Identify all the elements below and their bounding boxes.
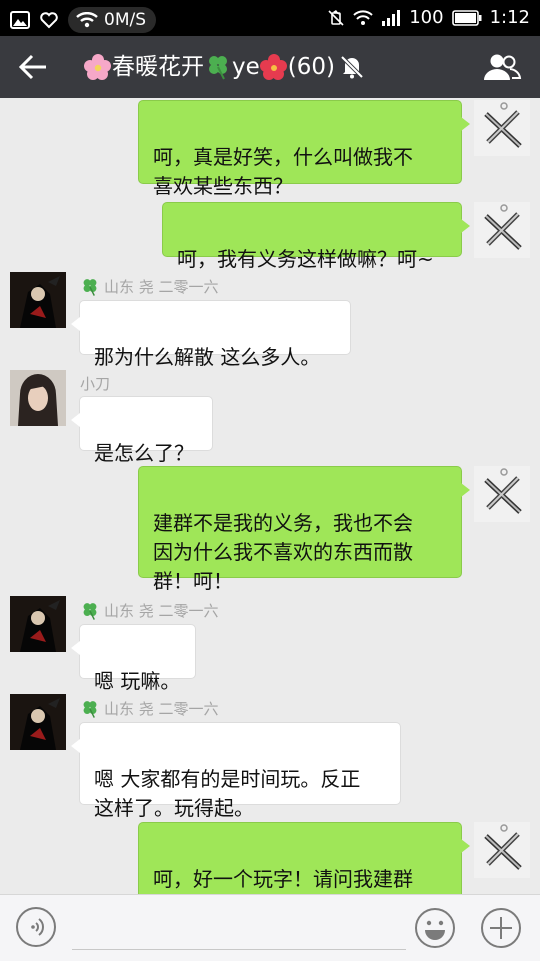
message-bubble-incoming[interactable]: 嗯 玩嘛。	[71, 624, 196, 693]
anime-character-image	[10, 272, 66, 328]
message-bubble-incoming[interactable]: 那为什么解散 这么多人。	[71, 300, 351, 369]
clover-icon	[83, 700, 97, 718]
status-bar: 0M/S 100 1:12	[0, 0, 540, 36]
sender-name: 山东 尧 二零一六	[80, 698, 219, 719]
silver-cross-image	[484, 468, 522, 514]
battery-icon	[451, 9, 482, 26]
emoji-icon[interactable]	[414, 907, 456, 949]
my-avatar[interactable]	[474, 202, 530, 258]
clock: 1:12	[489, 7, 530, 28]
battery-percent: 100	[409, 7, 444, 28]
mute-bell-icon	[340, 55, 364, 79]
silver-cross-image	[484, 102, 522, 148]
message-bubble-outgoing[interactable]: 建群不是我的义务，我也不会 因为什么我不喜欢的东西而散 群！呵！	[138, 466, 470, 593]
message-text: 是怎么了？	[94, 441, 194, 465]
anime-character-image	[10, 694, 66, 750]
message-bubble-incoming[interactable]: 嗯 大家都有的是时间玩。反正 这样了。玩得起。	[71, 722, 401, 820]
my-avatar[interactable]	[474, 466, 530, 522]
hibiscus-icon	[259, 54, 287, 80]
voice-icon	[31, 918, 44, 936]
my-avatar[interactable]	[474, 822, 530, 878]
chat-title: 春暖花开 ye (60)	[84, 52, 365, 82]
message-text: 呵，真是好笑，什么叫做我不 喜欢某些东西？	[153, 145, 413, 198]
gallery-icon	[10, 11, 30, 29]
flower-icon	[84, 54, 111, 80]
clover-icon	[209, 56, 227, 80]
member-avatar[interactable]	[10, 272, 66, 328]
sender-name: 山东 尧 二零一六	[80, 276, 219, 297]
back-arrow-icon[interactable]	[16, 51, 52, 83]
silver-cross-image	[484, 204, 522, 250]
member-count: (60)	[287, 54, 335, 80]
message-text: 呵，我有义务这样做嘛？呵~	[177, 247, 434, 271]
member-avatar[interactable]	[10, 694, 66, 750]
chat-area[interactable]: 呵，真是好笑，什么叫做我不 喜欢某些东西？ 呵，我有义务这样做嘛？呵~ 山东 尧…	[0, 98, 540, 894]
message-text: 嗯 大家都有的是时间玩。反正 这样了。玩得起。	[94, 767, 361, 820]
anime-character-image	[10, 596, 66, 652]
sender-name: 山东 尧 二零一六	[80, 600, 219, 621]
message-input[interactable]	[72, 909, 406, 950]
title-bar: 春暖花开 ye (60)	[0, 36, 540, 98]
wifi-icon	[76, 12, 98, 28]
message-bubble-outgoing[interactable]: 呵，我有义务这样做嘛？呵~	[162, 202, 470, 271]
sender-name: 小刀	[80, 375, 111, 393]
message-text: 建群不是我的义务，我也不会 因为什么我不喜欢的东西而散 群！呵！	[153, 511, 413, 593]
my-avatar[interactable]	[474, 100, 530, 156]
shield-heart-icon	[40, 12, 58, 29]
message-bubble-incoming[interactable]: 是怎么了？	[71, 396, 213, 465]
vibrate-off-icon	[328, 9, 344, 26]
cell-signal-icon	[382, 9, 401, 26]
input-bar	[0, 894, 540, 961]
member-avatar[interactable]	[10, 596, 66, 652]
message-text: 呵，好一个玩字！请问我建群 我在群里怎么玩了嗯？	[153, 867, 413, 891]
group-members-icon[interactable]	[482, 52, 522, 82]
woman-photo-image	[10, 370, 66, 426]
clover-icon	[83, 602, 97, 620]
member-avatar[interactable]	[10, 370, 66, 426]
net-speed-text: 0M/S	[104, 10, 147, 30]
clover-icon	[83, 278, 97, 296]
chat-title-part1: 春暖花开	[112, 54, 204, 80]
network-speed: 0M/S	[68, 7, 157, 33]
chat-title-part2: ye	[232, 54, 260, 80]
message-bubble-outgoing[interactable]: 呵，好一个玩字！请问我建群 我在群里怎么玩了嗯？	[138, 822, 470, 894]
message-text: 那为什么解散 这么多人。	[94, 345, 321, 369]
message-bubble-outgoing[interactable]: 呵，真是好笑，什么叫做我不 喜欢某些东西？	[138, 100, 470, 198]
plus-icon[interactable]	[480, 907, 522, 949]
message-text: 嗯 玩嘛。	[94, 669, 181, 693]
silver-cross-image	[484, 824, 522, 870]
wifi-signal-icon	[353, 9, 373, 25]
voice-button[interactable]	[16, 907, 56, 947]
